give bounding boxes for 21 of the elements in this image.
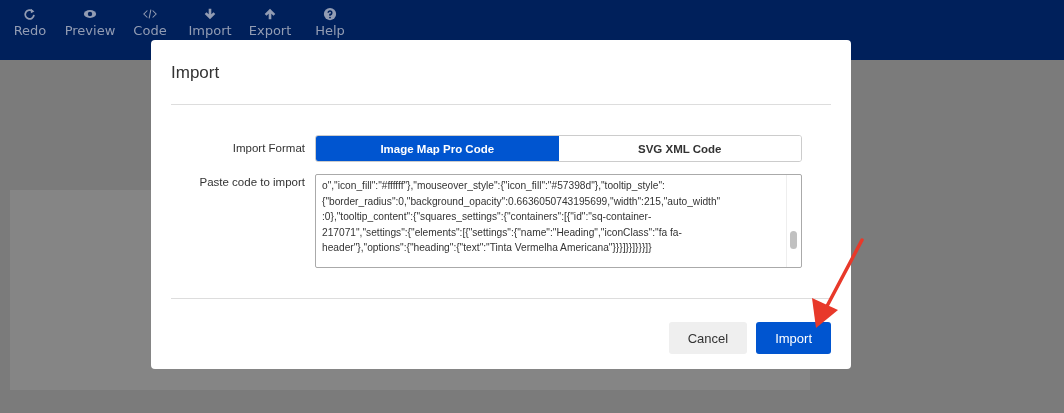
field-label: Import Format (231, 141, 305, 156)
toolbar-button-label[interactable]: Export (248, 23, 292, 38)
toolbar-button-label[interactable]: Preview (64, 23, 116, 38)
import-button[interactable]: Import (756, 322, 831, 354)
toolbar-button-label[interactable]: Import (188, 23, 232, 38)
toolbar-button-label[interactable]: Redo (13, 23, 47, 38)
toolbar-button-label[interactable]: Help (315, 23, 345, 38)
redo-icon (23, 7, 37, 21)
help-icon (323, 7, 337, 21)
field-label: Paste code to import (198, 175, 305, 190)
code-text: o","icon_fill":"#ffffff"},"mouseover_style":{"icon_fill":"#57398d"},"tooltip_style": {"border_radius":0,"background_opacity":0.6636050743195699,"width":215,"auto_width" :0},"tooltip_content":{"squares_settings":{"containers":[{"id":"sq-container- 217071","settings":{"elements":[{"settings":{"name":"Heading","iconClass":"fa fa- header"},"options":{"heading":{"text":"Tinta Vermelha Americana"}}}]}}]}}}]} (321, 179, 722, 255)
scrollbar-thumb[interactable] (790, 231, 797, 249)
eye-icon (83, 7, 97, 21)
up-arrow-icon (263, 7, 277, 21)
toolbar-button-label[interactable]: Code (133, 23, 167, 38)
code-textarea[interactable] (315, 174, 802, 268)
dialog-title: Import (171, 62, 221, 84)
format-option[interactable]: Image Map Pro Code (316, 136, 559, 161)
down-arrow-icon (203, 7, 217, 21)
cancel-button[interactable]: Cancel (668, 322, 748, 354)
code-icon (143, 7, 157, 21)
